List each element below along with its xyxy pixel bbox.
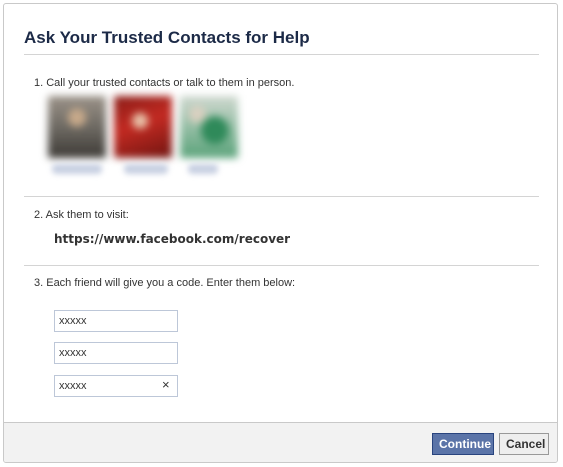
dialog-footer: Continue Cancel: [4, 422, 557, 462]
dialog-title: Ask Your Trusted Contacts for Help: [24, 28, 310, 47]
code-input-3[interactable]: [54, 375, 178, 397]
section-divider: [24, 265, 539, 266]
step-1-text: 1. Call your trusted contacts or talk to…: [34, 77, 295, 89]
contact-name-blurred: [124, 164, 168, 174]
step-2-text: 2. Ask them to visit:: [34, 209, 129, 221]
section-divider: [24, 196, 539, 197]
contact-name-blurred: [52, 164, 102, 174]
contact-card: [180, 96, 238, 186]
contact-card: [114, 96, 172, 186]
code-input-1[interactable]: [54, 310, 178, 332]
clear-input-icon[interactable]: ×: [162, 378, 170, 392]
contact-photo-blurred: [114, 96, 172, 158]
contact-card: [48, 96, 106, 186]
code-input-2[interactable]: [54, 342, 178, 364]
contact-photo-blurred: [48, 96, 106, 158]
contact-photo-blurred: [180, 96, 238, 158]
recover-url: https://www.facebook.com/recover: [54, 232, 291, 246]
step-3-text: 3. Each friend will give you a code. Ent…: [34, 277, 296, 289]
contact-photos: [48, 96, 243, 186]
trusted-contacts-dialog: Ask Your Trusted Contacts for Help 1. Ca…: [3, 3, 558, 463]
cancel-button[interactable]: Cancel: [499, 433, 549, 455]
continue-button[interactable]: Continue: [432, 433, 494, 455]
contact-name-blurred: [188, 164, 218, 174]
title-divider: [24, 54, 539, 55]
